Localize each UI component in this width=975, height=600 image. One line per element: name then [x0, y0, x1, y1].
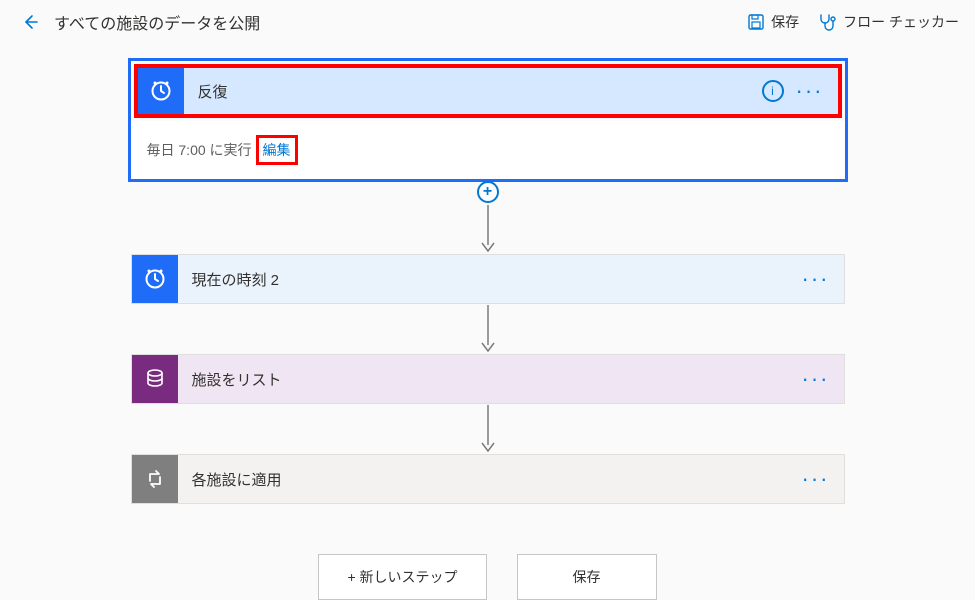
step-list-facilities[interactable]: 施設をリスト ··· — [131, 354, 845, 404]
add-step-button[interactable]: + — [477, 181, 499, 203]
trigger-step: 反復 i ··· 毎日 7:00 に実行 編集 — [128, 58, 848, 182]
trigger-actions: i ··· — [762, 80, 838, 102]
back-arrow-icon — [21, 13, 39, 31]
clock-icon — [149, 79, 173, 103]
info-icon: i — [771, 84, 774, 98]
arrow-down-icon — [478, 205, 498, 253]
trigger-menu-button[interactable]: ··· — [796, 86, 824, 96]
insert-step-zone: + — [131, 182, 845, 204]
flow-canvas: 反復 i ··· 毎日 7:00 に実行 編集 + — [0, 44, 975, 600]
save-label: 保存 — [771, 12, 799, 32]
new-step-button[interactable]: + 新しいステップ — [318, 554, 486, 600]
save-icon — [747, 13, 765, 31]
step-menu-button[interactable]: ··· — [802, 374, 830, 384]
edit-link[interactable]: 編集 — [263, 142, 291, 158]
database-icon — [144, 368, 166, 390]
step-menu-button[interactable]: ··· — [802, 274, 830, 284]
save-flow-button[interactable]: 保存 — [517, 554, 657, 600]
header-bar: すべての施設のデータを公開 保存 フロー チェッカー — [0, 0, 975, 44]
database-icon-box — [132, 355, 178, 403]
stethoscope-icon — [817, 13, 837, 31]
trigger-header[interactable]: 反復 i ··· — [138, 68, 838, 114]
edit-link-highlight: 編集 — [256, 135, 298, 165]
step-menu-button[interactable]: ··· — [802, 474, 830, 484]
connector-arrow — [478, 304, 498, 354]
trigger-body: 毎日 7:00 に実行 編集 — [131, 121, 845, 179]
arrow-down-icon — [478, 305, 498, 353]
recurrence-icon-box — [138, 68, 184, 114]
back-button[interactable] — [16, 8, 44, 36]
connector-arrow — [478, 204, 498, 254]
step-title: 施設をリスト — [178, 369, 802, 390]
arrow-down-icon — [478, 405, 498, 453]
step-current-time[interactable]: 現在の時刻 2 ··· — [131, 254, 845, 304]
trigger-schedule-text: 毎日 7:00 に実行 — [147, 140, 252, 160]
clock-icon-box — [132, 255, 178, 303]
flow-checker-button[interactable]: フロー チェッカー — [817, 12, 959, 32]
footer-buttons: + 新しいステップ 保存 — [318, 554, 656, 600]
clock-icon — [143, 267, 167, 291]
save-button[interactable]: 保存 — [747, 12, 799, 32]
trigger-header-highlight: 反復 i ··· — [134, 64, 842, 118]
step-title: 現在の時刻 2 — [178, 269, 802, 290]
loop-icon-box — [132, 455, 178, 503]
flow-checker-label: フロー チェッカー — [843, 12, 959, 32]
info-button[interactable]: i — [762, 80, 784, 102]
trigger-title: 反復 — [184, 81, 762, 102]
step-apply-each[interactable]: 各施設に適用 ··· — [131, 454, 845, 504]
loop-icon — [144, 468, 166, 490]
connector-arrow — [478, 404, 498, 454]
page-title: すべての施設のデータを公開 — [54, 10, 260, 34]
step-title: 各施設に適用 — [178, 469, 802, 490]
